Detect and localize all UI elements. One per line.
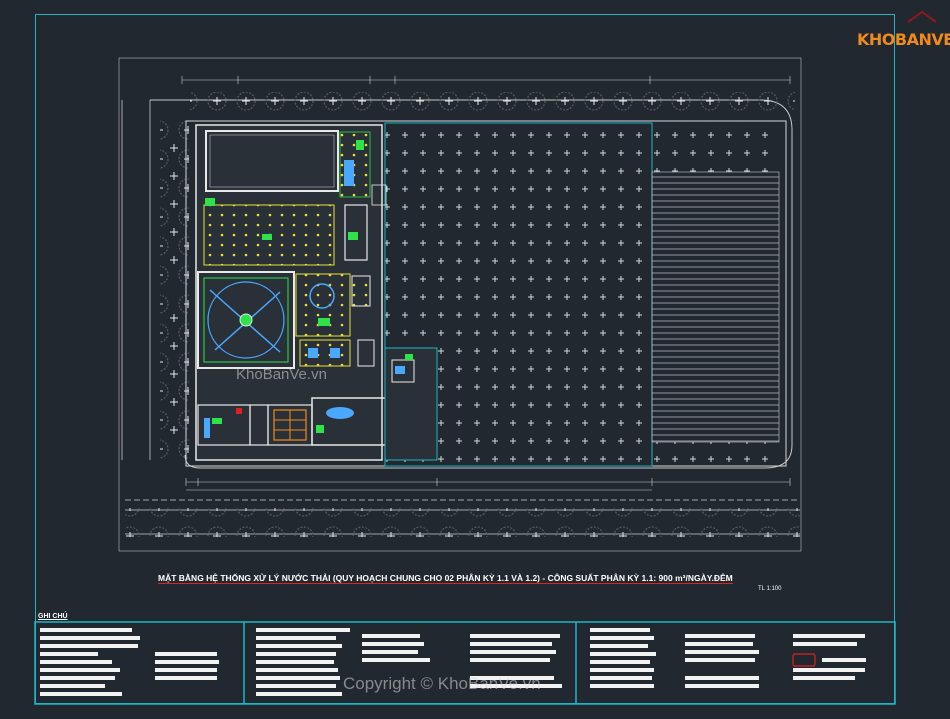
tree-row-left	[160, 120, 189, 465]
parking-area	[651, 171, 780, 443]
drawing-title: MẶT BẰNG HỆ THỐNG XỬ LÝ NƯỚC THẢI (QUY H…	[158, 573, 733, 584]
logo-roof-icon	[907, 10, 937, 23]
tree-row-top	[190, 92, 795, 121]
watermark-center: KhoBanVe.vn	[236, 366, 327, 383]
logo-text: KHOBANVE	[857, 30, 950, 49]
drawing-scale: TL 1:100	[758, 586, 782, 592]
entrance-block	[384, 347, 438, 461]
khobanve-logo: KHOBANVE	[850, 24, 950, 54]
top-dimension-line	[181, 76, 791, 84]
site-plan-drawing	[34, 10, 937, 705]
bottom-dimension-line	[185, 478, 791, 491]
street-bottom	[125, 499, 800, 537]
notes-title: GHI CHÚ	[38, 613, 68, 620]
watermark-copyright: Copyright © KhoBanVe.vn	[343, 674, 541, 693]
